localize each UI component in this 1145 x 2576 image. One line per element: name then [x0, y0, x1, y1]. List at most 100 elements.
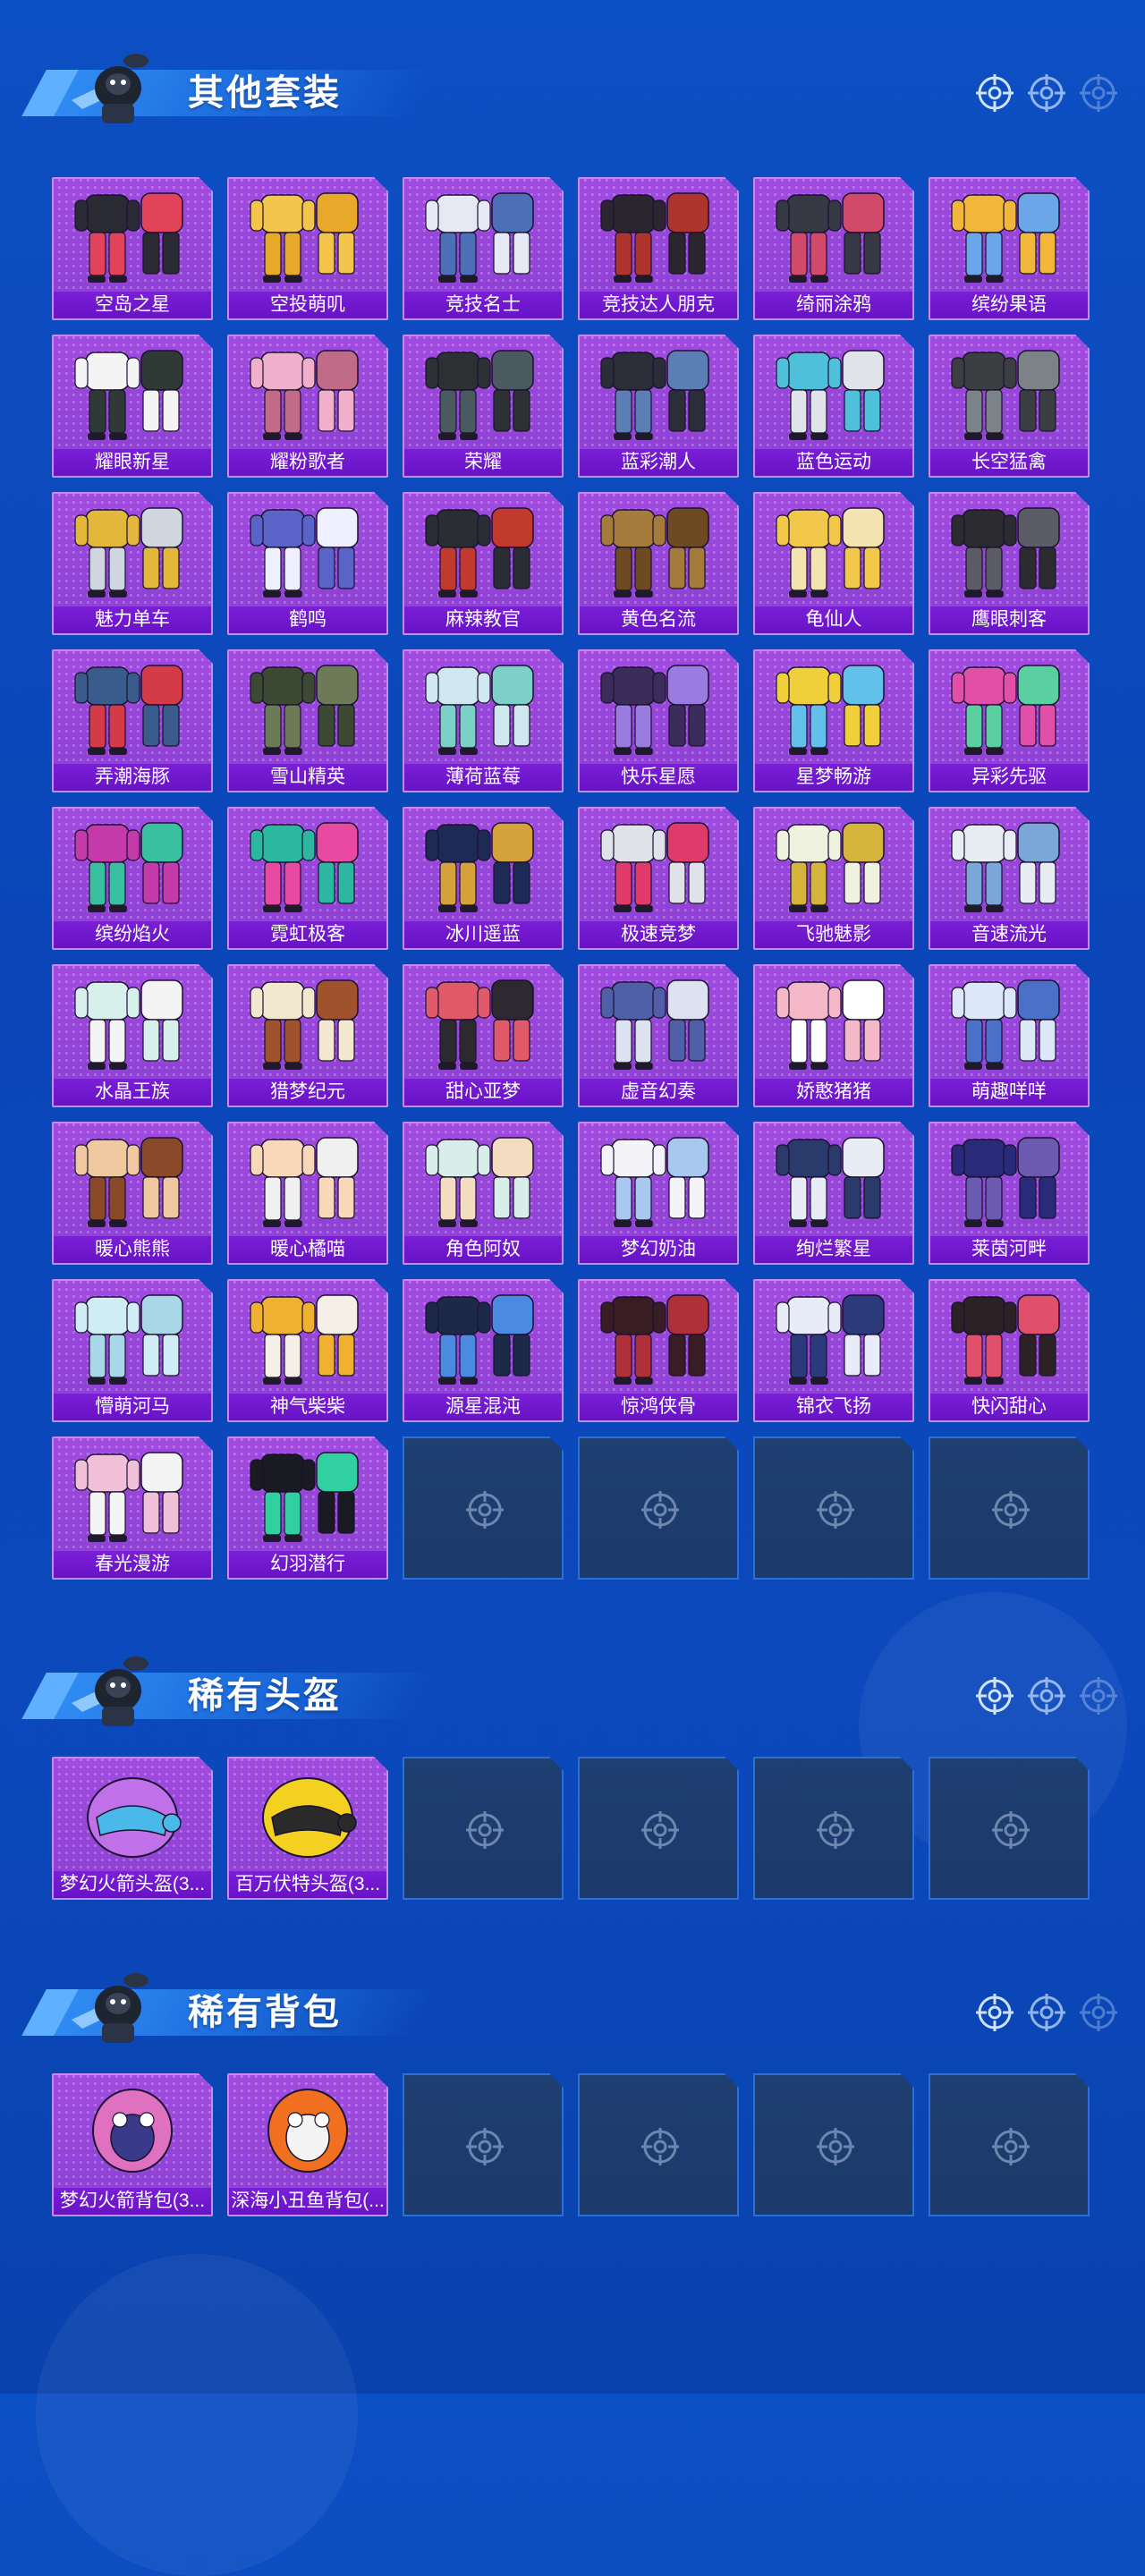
- item-label: 冰川遥蓝: [404, 921, 562, 948]
- item-tile[interactable]: 快闪甜心: [929, 1279, 1090, 1422]
- item-tile[interactable]: 甜心亚梦: [403, 964, 564, 1107]
- item-image: [404, 651, 562, 764]
- item-tile[interactable]: 百万伏特头盔(3...: [227, 1757, 388, 1900]
- item-tile[interactable]: 幻羽潜行: [227, 1436, 388, 1580]
- crosshair-indicators: [975, 1676, 1118, 1719]
- item-tile[interactable]: 极速竞梦: [578, 807, 739, 950]
- item-tile[interactable]: 梦幻火箭头盔(3...: [52, 1757, 213, 1900]
- section-title: 稀有背包: [188, 1993, 342, 2032]
- item-tile[interactable]: 神气柴柴: [227, 1279, 388, 1422]
- item-tile[interactable]: 角色阿奴: [403, 1122, 564, 1265]
- item-label: 神气柴柴: [229, 1394, 386, 1420]
- empty-slot: [929, 2073, 1090, 2216]
- item-image: [229, 1438, 386, 1551]
- item-tile[interactable]: 暖心橘喵: [227, 1122, 388, 1265]
- item-tile[interactable]: 春光漫游: [52, 1436, 213, 1580]
- background-decoration: [36, 2254, 358, 2576]
- item-image: [54, 966, 211, 1079]
- item-tile[interactable]: 源星混沌: [403, 1279, 564, 1422]
- item-tile[interactable]: 蓝彩潮人: [578, 335, 739, 478]
- item-label: 梦幻火箭头盔(3...: [54, 1871, 211, 1898]
- item-tile[interactable]: 竞技达人朋克: [578, 177, 739, 320]
- crosshair-icon: [640, 1810, 680, 1850]
- item-label: 快乐星愿: [580, 764, 737, 791]
- item-image: [54, 651, 211, 764]
- item-tile[interactable]: 弄潮海豚: [52, 649, 213, 792]
- item-image: [930, 809, 1088, 921]
- section-header: 其他套装: [21, 43, 437, 141]
- item-tile[interactable]: 懵萌河马: [52, 1279, 213, 1422]
- item-label: 星梦畅游: [755, 764, 912, 791]
- item-label: 蓝彩潮人: [580, 449, 737, 476]
- item-tile[interactable]: 缤纷果语: [929, 177, 1090, 320]
- item-tile[interactable]: 娇憨猪猪: [753, 964, 914, 1107]
- item-tile[interactable]: 冰川遥蓝: [403, 807, 564, 950]
- item-tile[interactable]: 异彩先驱: [929, 649, 1090, 792]
- item-label: 飞驰魅影: [755, 921, 912, 948]
- item-tile[interactable]: 蓝色运动: [753, 335, 914, 478]
- item-tile[interactable]: 黄色名流: [578, 492, 739, 635]
- crosshair-icon: [975, 73, 1014, 113]
- item-image: [229, 809, 386, 921]
- item-image: [404, 809, 562, 921]
- item-image: [755, 336, 912, 449]
- item-tile[interactable]: 空投萌叽: [227, 177, 388, 320]
- item-tile[interactable]: 耀粉歌者: [227, 335, 388, 478]
- item-tile[interactable]: 雪山精英: [227, 649, 388, 792]
- item-tile[interactable]: 缤纷焰火: [52, 807, 213, 950]
- item-tile[interactable]: 龟仙人: [753, 492, 914, 635]
- item-tile[interactable]: 竞技名士: [403, 177, 564, 320]
- item-tile[interactable]: 猎梦纪元: [227, 964, 388, 1107]
- item-tile[interactable]: 绚烂繁星: [753, 1122, 914, 1265]
- item-tile[interactable]: 长空猛禽: [929, 335, 1090, 478]
- item-tile[interactable]: 快乐星愿: [578, 649, 739, 792]
- crosshair-icon: [975, 1676, 1014, 1716]
- item-label: 百万伏特头盔(3...: [229, 1871, 386, 1898]
- item-tile[interactable]: 鹤鸣: [227, 492, 388, 635]
- item-tile[interactable]: 梦幻火箭背包(3...: [52, 2073, 213, 2216]
- item-image: [229, 1281, 386, 1394]
- section-title: 稀有头盔: [188, 1676, 342, 1716]
- item-tile[interactable]: 莱茵河畔: [929, 1122, 1090, 1265]
- item-label: 莱茵河畔: [930, 1236, 1088, 1263]
- item-image: [930, 494, 1088, 606]
- item-tile[interactable]: 薄荷蓝莓: [403, 649, 564, 792]
- item-tile[interactable]: 惊鸿侠骨: [578, 1279, 739, 1422]
- item-tile[interactable]: 飞驰魅影: [753, 807, 914, 950]
- item-image: [580, 179, 737, 292]
- crosshair-icon: [640, 2127, 680, 2166]
- item-label: 虚音幻奏: [580, 1079, 737, 1106]
- item-image: [229, 494, 386, 606]
- item-tile[interactable]: 霓虹极客: [227, 807, 388, 950]
- item-image: [229, 336, 386, 449]
- item-tile[interactable]: 萌趣咩咩: [929, 964, 1090, 1107]
- item-tile[interactable]: 暖心熊熊: [52, 1122, 213, 1265]
- item-tile[interactable]: 荣耀: [403, 335, 564, 478]
- section-header: 稀有头盔: [21, 1646, 437, 1744]
- item-image: [54, 1438, 211, 1551]
- item-tile[interactable]: 梦幻奶油: [578, 1122, 739, 1265]
- crosshair-icon: [465, 1810, 505, 1850]
- item-image: [54, 179, 211, 292]
- item-tile[interactable]: 锦衣飞扬: [753, 1279, 914, 1422]
- item-label: 缤纷果语: [930, 292, 1088, 318]
- item-tile[interactable]: 虚音幻奏: [578, 964, 739, 1107]
- item-tile[interactable]: 耀眼新星: [52, 335, 213, 478]
- item-image: [404, 179, 562, 292]
- item-label: 竞技达人朋克: [580, 292, 737, 318]
- item-tile[interactable]: 鹰眼刺客: [929, 492, 1090, 635]
- item-tile[interactable]: 麻辣教官: [403, 492, 564, 635]
- item-label: 黄色名流: [580, 606, 737, 633]
- item-tile[interactable]: 水晶王族: [52, 964, 213, 1107]
- item-tile[interactable]: 音速流光: [929, 807, 1090, 950]
- item-label: 暖心橘喵: [229, 1236, 386, 1263]
- item-tile[interactable]: 深海小丑鱼背包(...: [227, 2073, 388, 2216]
- item-tile[interactable]: 空岛之星: [52, 177, 213, 320]
- item-tile[interactable]: 星梦畅游: [753, 649, 914, 792]
- item-label: 空投萌叽: [229, 292, 386, 318]
- item-tile[interactable]: 魅力单车: [52, 492, 213, 635]
- item-image: [229, 2075, 386, 2188]
- item-tile[interactable]: 绮丽涂鸦: [753, 177, 914, 320]
- item-image: [54, 336, 211, 449]
- crosshair-icon: [465, 1490, 505, 1530]
